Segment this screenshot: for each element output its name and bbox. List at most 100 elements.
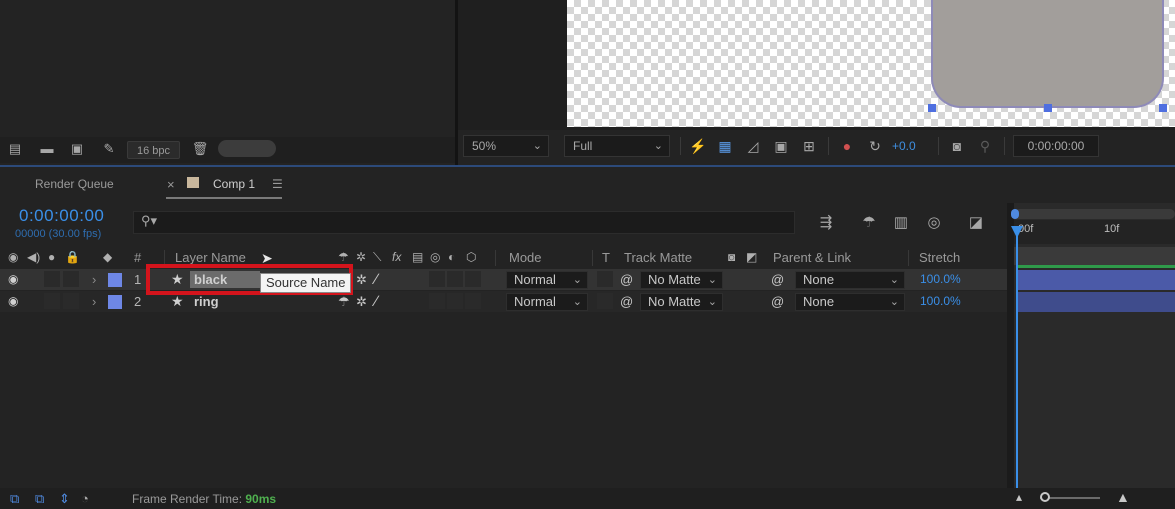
lock-toggle[interactable] <box>63 293 79 309</box>
parent-dropdown[interactable]: None ⌄ <box>795 293 905 311</box>
blend-mode-dropdown[interactable]: Normal ⌄ <box>506 293 588 311</box>
ruler-label-10f: 10f <box>1104 223 1120 235</box>
track-matte-dropdown[interactable]: No Matte ⌄ <box>640 271 723 289</box>
layer-search-input[interactable] <box>133 211 795 234</box>
layer-switches-toggle-icon[interactable]: ⧉ <box>10 491 19 507</box>
shy-switch-icon[interactable]: ☂ <box>338 294 350 310</box>
mask-visibility-icon[interactable]: ◿ <box>744 137 762 155</box>
chevron-right-icon[interactable]: › <box>92 294 96 309</box>
time-graph[interactable] <box>1014 203 1175 488</box>
magnification-dropdown[interactable]: 50% ⌄ <box>463 135 549 157</box>
fast-preview-icon[interactable]: ⚡ <box>689 137 707 155</box>
parent-dropdown[interactable]: None ⌄ <box>795 271 905 289</box>
tab-render-queue[interactable]: Render Queue <box>35 177 114 191</box>
render-time-toggle-icon[interactable]: ◔ <box>81 491 89 506</box>
channel-icon[interactable]: ● <box>838 137 856 155</box>
quality-switch-icon[interactable]: ∕ <box>375 293 378 310</box>
layer-bar-black[interactable] <box>1018 270 1175 290</box>
timeline-divider[interactable] <box>1007 203 1014 488</box>
collapse-switch-icon[interactable]: ✲ <box>356 272 367 288</box>
switch-cell[interactable] <box>447 271 463 287</box>
trash-icon[interactable]: 🗑 <box>191 142 209 156</box>
solo-icon[interactable]: ● <box>48 250 55 264</box>
parent-pick-whip-icon[interactable]: @ <box>771 272 784 287</box>
preserve-transparency-toggle[interactable] <box>597 293 613 309</box>
frame-blending-icon[interactable]: ▥ <box>891 213 911 233</box>
toolbar-divider <box>938 137 939 155</box>
switch-cell[interactable] <box>429 293 445 309</box>
zoom-out-icon[interactable]: ▴ <box>1016 490 1022 504</box>
motion-blur-icon[interactable]: ◎ <box>924 213 944 233</box>
bounding-handle[interactable] <box>1159 104 1167 112</box>
time-navigator-start-handle[interactable] <box>1011 209 1019 219</box>
search-icon[interactable]: ⚲▾ <box>141 213 157 229</box>
exposure-value[interactable]: +0.0 <box>892 137 916 155</box>
folder-icon[interactable]: ▬ <box>38 142 56 156</box>
track-matte-dropdown[interactable]: No Matte ⌄ <box>640 293 723 311</box>
show-snapshot-icon[interactable]: ⚲ <box>976 137 994 155</box>
snapshot-camera-icon[interactable]: ◙ <box>948 137 966 155</box>
blend-mode-dropdown[interactable]: Normal ⌄ <box>506 271 588 289</box>
shy-layers-icon[interactable]: ☂ <box>859 213 879 233</box>
shape-layer-black[interactable] <box>931 0 1164 108</box>
collapse-switch-icon[interactable]: ✲ <box>356 294 367 310</box>
time-navigator[interactable] <box>1014 209 1175 219</box>
current-time-display[interactable]: 0:00:00:00 <box>19 206 104 226</box>
stretch-value[interactable]: 100.0% <box>920 294 961 308</box>
resolution-dropdown[interactable]: Full ⌄ <box>564 135 670 157</box>
tab-comp-1[interactable]: Comp 1 <box>213 177 255 191</box>
layer-label-color[interactable] <box>108 273 122 287</box>
viewer-timecode[interactable]: 0:00:00:00 <box>1013 135 1099 157</box>
panel-menu-icon[interactable]: ☰ <box>272 177 283 191</box>
switch-cell[interactable] <box>447 293 463 309</box>
label-tag-icon[interactable]: ◆ <box>103 250 112 264</box>
project-scrollbar[interactable] <box>218 140 276 157</box>
solo-toggle[interactable] <box>44 293 60 309</box>
playhead-handle[interactable] <box>1011 226 1023 238</box>
layer-bar-ring[interactable] <box>1018 292 1175 312</box>
column-layer-name[interactable]: Layer Name <box>175 250 246 265</box>
bounding-handle[interactable] <box>928 104 936 112</box>
pick-whip-icon[interactable]: @ <box>620 272 633 287</box>
flowchart-icon[interactable]: ✎ <box>100 142 118 156</box>
grid-guides-icon[interactable]: ⊞ <box>800 137 818 155</box>
preserve-transparency-toggle[interactable] <box>597 271 613 287</box>
transfer-controls-toggle-icon[interactable]: ⧉ <box>35 491 44 507</box>
close-icon[interactable]: × <box>167 177 175 192</box>
pick-whip-icon[interactable]: @ <box>620 294 633 309</box>
switch-cell[interactable] <box>429 271 445 287</box>
quality-switch-icon[interactable]: ∕ <box>375 271 378 288</box>
lock-icon[interactable]: 🔒 <box>65 250 80 264</box>
layer-name[interactable]: ring <box>194 294 219 309</box>
audio-icon[interactable]: ◀) <box>27 250 40 264</box>
new-comp-icon[interactable]: ▣ <box>68 142 86 156</box>
bpc-button[interactable]: 16 bpc <box>127 141 180 159</box>
eye-icon[interactable]: ◉ <box>8 272 18 286</box>
transparency-grid-icon[interactable]: ▦ <box>716 137 734 155</box>
stretch-value[interactable]: 100.0% <box>920 272 961 286</box>
eye-icon[interactable]: ◉ <box>8 294 18 308</box>
current-time-indicator[interactable] <box>1016 233 1018 488</box>
bounding-handle[interactable] <box>1044 104 1052 112</box>
in-out-toggle-icon[interactable]: ⇕ <box>59 491 70 507</box>
active-tab-indicator <box>166 197 282 199</box>
chevron-down-icon: ⌄ <box>653 140 663 152</box>
layer-number: 2 <box>134 294 142 309</box>
zoom-slider-knob[interactable] <box>1040 492 1050 502</box>
switch-cell[interactable] <box>465 293 481 309</box>
video-visibility-icon[interactable]: ◉ <box>8 250 18 264</box>
graph-editor-icon[interactable]: ◪ <box>966 213 986 233</box>
solo-toggle[interactable] <box>44 271 60 287</box>
time-ruler[interactable] <box>1014 220 1175 244</box>
work-area-bar[interactable] <box>1014 247 1175 265</box>
reset-exposure-icon[interactable]: ↻ <box>866 137 884 155</box>
composition-flowchart-icon[interactable]: ⇶ <box>816 213 836 233</box>
switch-cell[interactable] <box>465 271 481 287</box>
lock-toggle[interactable] <box>63 271 79 287</box>
chevron-right-icon[interactable]: › <box>92 272 96 287</box>
parent-pick-whip-icon[interactable]: @ <box>771 294 784 309</box>
interpret-footage-icon[interactable]: ▤ <box>6 142 24 156</box>
region-of-interest-icon[interactable]: ▣ <box>772 137 790 155</box>
layer-label-color[interactable] <box>108 295 122 309</box>
zoom-in-icon[interactable]: ▲ <box>1116 489 1130 505</box>
